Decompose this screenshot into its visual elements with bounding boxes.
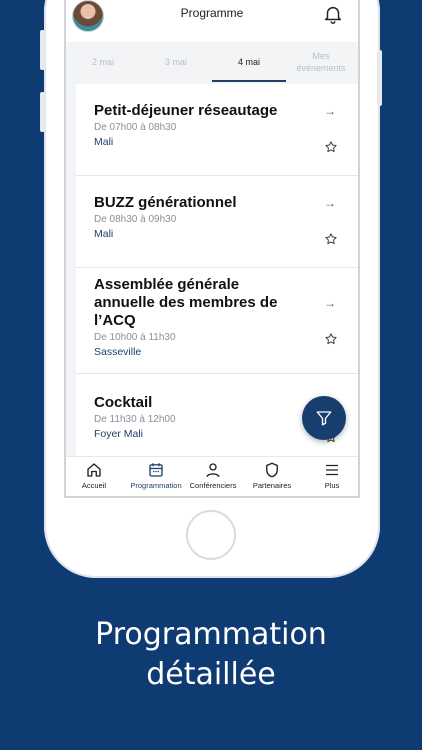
- event-time: De 11h30 à 12h00: [94, 414, 176, 425]
- home-icon: [87, 463, 101, 477]
- star-icon[interactable]: [324, 140, 338, 154]
- filter-icon: [316, 411, 332, 426]
- nav-plus[interactable]: Plus: [302, 461, 358, 490]
- arrow-right-icon[interactable]: →: [324, 296, 336, 310]
- phone-side-button: [40, 92, 45, 132]
- filter-button[interactable]: [302, 396, 346, 440]
- tab-mes-evenements[interactable]: Mes événements: [288, 42, 354, 82]
- event-title: Assemblée générale annuelle des membres …: [94, 276, 278, 329]
- nav-programmation[interactable]: Programmation: [124, 461, 188, 490]
- app-screen: Programme 2 mai 3 mai 4 mai Mes événemen…: [64, 0, 360, 498]
- event-card[interactable]: BUZZ générationnel De 08h30 à 09h30 Mali…: [76, 176, 358, 268]
- phone-side-button: [40, 30, 45, 70]
- star-icon[interactable]: [324, 232, 338, 246]
- arrow-right-icon[interactable]: →: [324, 196, 336, 210]
- event-card[interactable]: Petit-déjeuner réseautage De 07h00 à 08h…: [76, 84, 358, 176]
- person-icon: [206, 463, 220, 478]
- nav-accueil[interactable]: Accueil: [66, 461, 124, 490]
- star-icon[interactable]: [324, 332, 338, 346]
- bell-icon[interactable]: [322, 3, 344, 25]
- event-location: Sasseville: [94, 346, 142, 358]
- event-time: De 07h00 à 08h30: [94, 122, 177, 133]
- tab-2-mai[interactable]: 2 mai: [66, 42, 140, 82]
- caption-line-2: détaillée: [146, 657, 276, 692]
- event-title: Cocktail: [94, 394, 153, 411]
- nav-partenaires[interactable]: Partenaires: [242, 461, 302, 490]
- nav-label: Conférenciers: [189, 481, 237, 490]
- calendar-icon: [149, 463, 163, 477]
- active-tab-indicator: [212, 80, 286, 82]
- nav-label: Plus: [324, 481, 340, 490]
- event-location: Foyer Mali: [94, 428, 144, 440]
- menu-icon: [326, 464, 338, 476]
- page-title: Programme: [180, 6, 244, 20]
- phone-side-button: [377, 50, 382, 106]
- shield-icon: [266, 462, 278, 478]
- nav-label: Partenaires: [252, 481, 292, 490]
- nav-conferenciers[interactable]: Conférenciers: [184, 461, 242, 490]
- nav-label: Accueil: [81, 481, 107, 490]
- event-title: BUZZ générationnel: [94, 194, 237, 211]
- event-location: Mali: [94, 136, 114, 148]
- event-location: Mali: [94, 228, 114, 240]
- nav-label: Programmation: [130, 481, 182, 490]
- event-time: De 08h30 à 09h30: [94, 214, 177, 225]
- caption-line-1: Programmation: [95, 617, 327, 652]
- event-title: Petit-déjeuner réseautage: [94, 102, 278, 119]
- app-header: Programme: [66, 0, 358, 43]
- tab-4-mai[interactable]: 4 mai: [212, 42, 286, 82]
- bottom-nav: Accueil Programmation Conférenciers Part…: [66, 456, 358, 496]
- phone-home-button: [186, 510, 236, 560]
- event-card[interactable]: Assemblée générale annuelle des membres …: [76, 268, 358, 374]
- arrow-right-icon[interactable]: →: [324, 104, 336, 118]
- day-tabs: 2 mai 3 mai 4 mai Mes événements: [66, 42, 358, 82]
- tab-3-mai[interactable]: 3 mai: [140, 42, 212, 82]
- event-time: De 10h00 à 11h30: [94, 332, 176, 343]
